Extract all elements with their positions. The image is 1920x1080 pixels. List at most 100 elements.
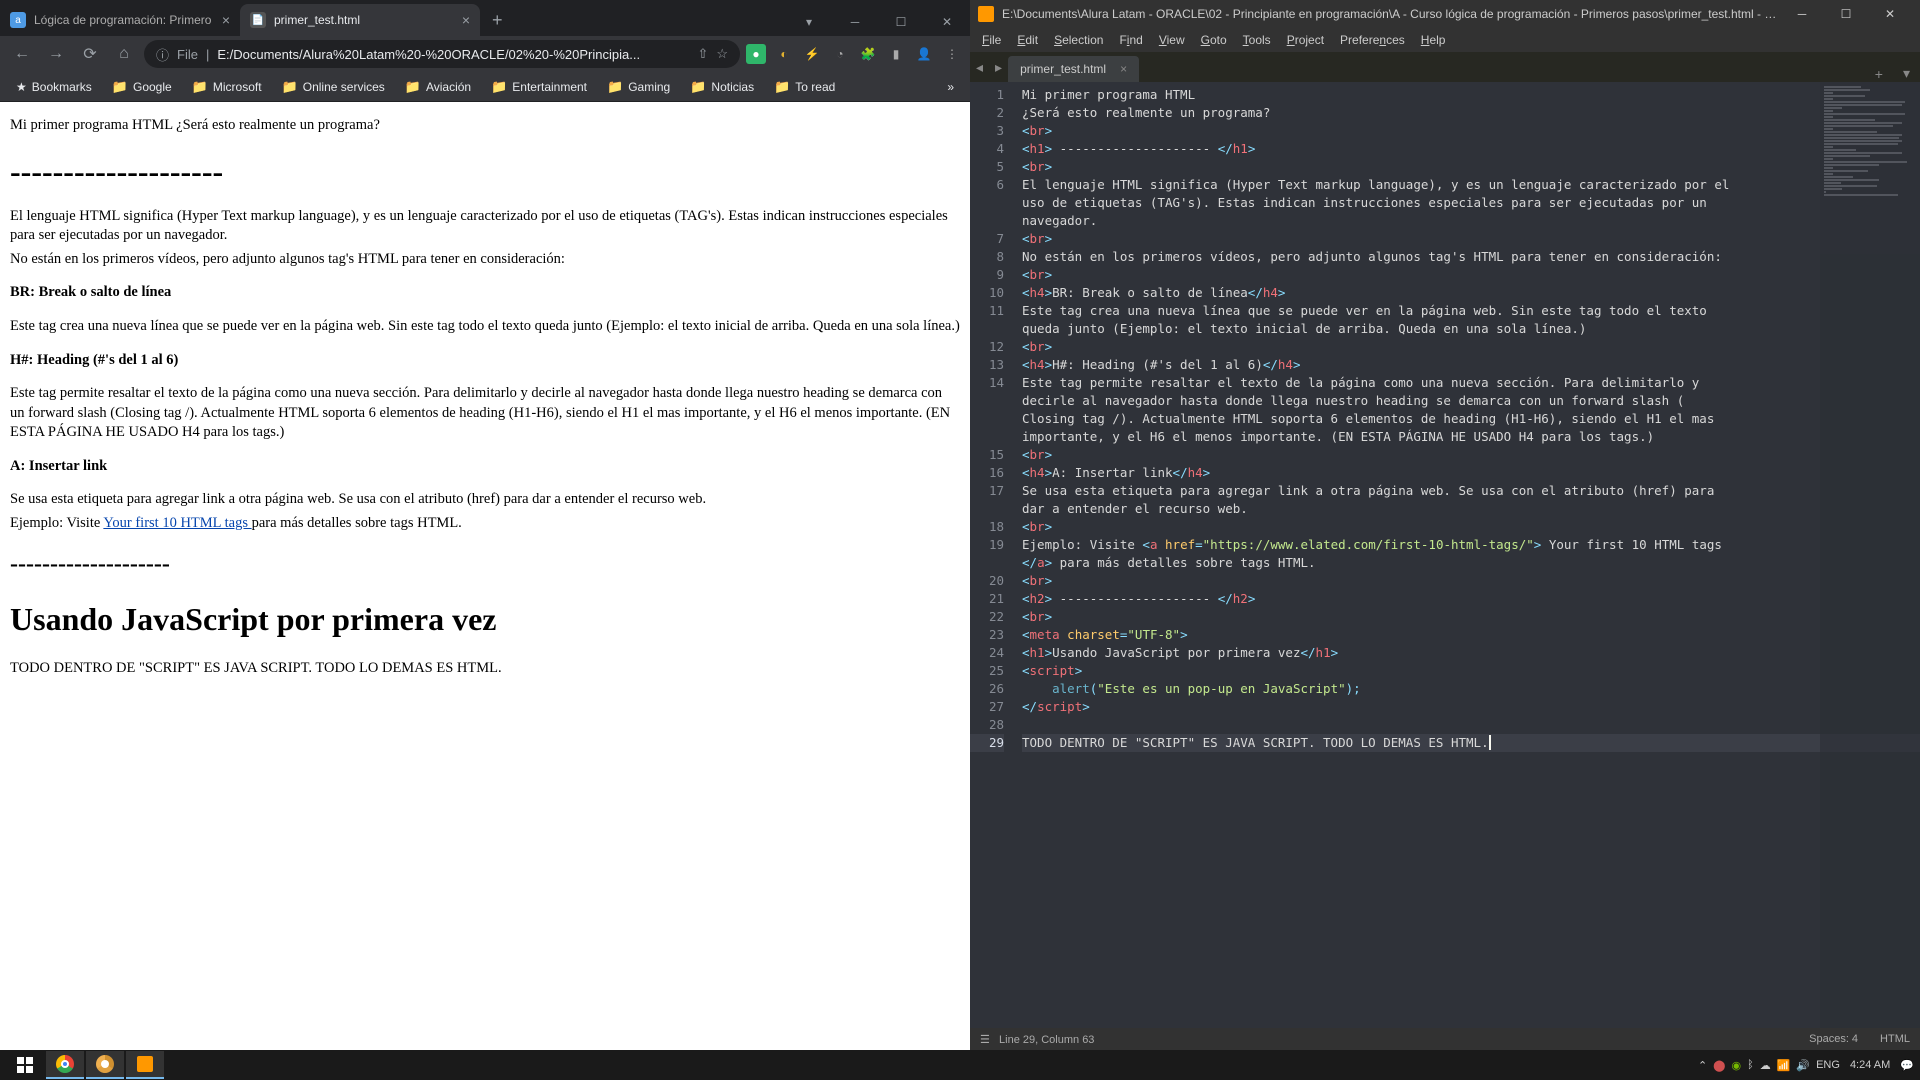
folder-icon: 📁 <box>112 79 128 95</box>
bookmarks-bar: ★Bookmarks 📁Google 📁Microsoft 📁Online se… <box>0 72 970 102</box>
status-language[interactable]: HTML <box>1880 1033 1910 1045</box>
taskbar-chrome-icon[interactable] <box>46 1051 84 1079</box>
editor-tab[interactable]: primer_test.html × <box>1008 56 1139 82</box>
page-viewport[interactable]: Mi primer programa HTML ¿Será esto realm… <box>0 102 970 1050</box>
bookmark-item[interactable]: 📁Google <box>104 75 180 99</box>
line-gutter[interactable]: 1234567891011121314151617181920212223242… <box>970 82 1014 1028</box>
taskbar-chrome-canary-icon[interactable] <box>86 1051 124 1079</box>
page-text: TODO DENTRO DE "SCRIPT" ES JAVA SCRIPT. … <box>10 659 960 679</box>
minimize-button[interactable]: ▾ <box>786 8 832 36</box>
bookmark-item[interactable]: 📁Entertainment <box>483 75 595 99</box>
status-spaces[interactable]: Spaces: 4 <box>1809 1033 1858 1045</box>
extensions-puzzle-icon[interactable]: 🧩 <box>858 44 878 64</box>
browser-tab-1[interactable]: a Lógica de programación: Primero × <box>0 4 240 36</box>
bookmark-item[interactable]: 📁Noticias <box>682 75 762 99</box>
folder-icon: 📁 <box>192 79 208 95</box>
reload-button[interactable]: ⟳ <box>76 40 104 68</box>
tray-volume-icon[interactable]: 🔊 <box>1796 1059 1810 1072</box>
bookmark-item[interactable]: 📁Gaming <box>599 75 678 99</box>
window-min-icon[interactable]: ─ <box>832 8 878 36</box>
star-icon[interactable]: ☆ <box>716 46 728 62</box>
browser-tab-2[interactable]: 📄 primer_test.html × <box>240 4 480 36</box>
bookmark-item[interactable]: 📁Aviación <box>397 75 479 99</box>
back-button[interactable]: ← <box>8 40 36 68</box>
extension-icon[interactable]: ⚡ <box>802 44 822 64</box>
folder-icon: 📁 <box>774 79 790 95</box>
folder-icon: 📁 <box>282 79 298 95</box>
extension-icon[interactable]: ◐ <box>774 44 794 64</box>
extension-icon[interactable]: ◔ <box>830 44 850 64</box>
window-close-icon[interactable]: ✕ <box>924 8 970 36</box>
tray-cloud-icon[interactable]: ☁ <box>1760 1059 1771 1072</box>
extensions-area: ● ◐ ⚡ ◔ 🧩 ▮ 👤 ⋮ <box>746 44 962 64</box>
bookmark-item[interactable]: ★Bookmarks <box>8 76 100 98</box>
editor-tab-title: primer_test.html <box>1020 62 1106 76</box>
menu-goto[interactable]: Goto <box>1193 33 1235 47</box>
profile-icon[interactable]: 👤 <box>914 44 934 64</box>
page-text: Ejemplo: Visite Your first 10 HTML tags … <box>10 514 960 534</box>
menu-find[interactable]: Find <box>1111 33 1150 47</box>
page-link[interactable]: Your first 10 HTML tags <box>103 515 251 531</box>
side-panel-icon[interactable]: ▮ <box>886 44 906 64</box>
tab-nav-back[interactable]: ◂ <box>970 52 989 82</box>
bookmark-item[interactable]: 📁Microsoft <box>184 75 270 99</box>
menu-file[interactable]: File <box>974 33 1009 47</box>
tab-close-icon[interactable]: × <box>462 12 470 28</box>
menu-preferences[interactable]: Preferences <box>1332 33 1413 47</box>
home-button[interactable]: ⌂ <box>110 40 138 68</box>
tab-nav-forward[interactable]: ▸ <box>989 52 1008 82</box>
new-tab-button[interactable]: + <box>480 4 515 36</box>
window-min-icon[interactable]: ─ <box>1780 0 1824 28</box>
chrome-toolbar: ← → ⟳ ⌂ ⓘ File | E:/Documents/Alura%20La… <box>0 36 970 72</box>
tray-language-icon[interactable]: ENG <box>1816 1059 1840 1071</box>
menu-tools[interactable]: Tools <box>1235 33 1279 47</box>
divider: -------------------- <box>10 548 960 580</box>
menu-help[interactable]: Help <box>1413 33 1454 47</box>
window-max-icon[interactable]: ☐ <box>1824 0 1868 28</box>
notifications-icon[interactable]: 💬 <box>1900 1059 1914 1072</box>
chrome-tabstrip: a Lógica de programación: Primero × 📄 pr… <box>0 0 970 36</box>
info-icon[interactable]: ⓘ <box>156 45 169 64</box>
chrome-window: a Lógica de programación: Primero × 📄 pr… <box>0 0 970 1050</box>
folder-icon: 📁 <box>690 79 706 95</box>
tray-bluetooth-icon[interactable]: ᛒ <box>1747 1059 1754 1071</box>
editor-area[interactable]: 1234567891011121314151617181920212223242… <box>970 82 1920 1028</box>
address-bar[interactable]: ⓘ File | E:/Documents/Alura%20Latam%20-%… <box>144 40 740 68</box>
minimap[interactable] <box>1820 82 1920 1028</box>
taskbar-sublime-icon[interactable] <box>126 1051 164 1079</box>
share-icon[interactable]: ⇧ <box>697 46 708 62</box>
menu-icon[interactable]: ⋮ <box>942 44 962 64</box>
bookmark-overflow[interactable]: » <box>939 76 962 98</box>
forward-button[interactable]: → <box>42 40 70 68</box>
sublime-tabbar: ◂ ▸ primer_test.html × + ▾ <box>970 52 1920 82</box>
status-hamburger-icon[interactable]: ☰ Line 29, Column 63 <box>980 1033 1094 1046</box>
system-tray[interactable]: ⌃ ⬤ ◉ ᛒ ☁ 📶 🔊 ENG <box>1698 1059 1840 1072</box>
window-max-icon[interactable]: ☐ <box>878 8 924 36</box>
menu-edit[interactable]: Edit <box>1009 33 1046 47</box>
new-tab-button[interactable]: + <box>1865 66 1893 82</box>
tray-nvidia-icon[interactable]: ◉ <box>1731 1059 1741 1072</box>
extension-icon[interactable]: ● <box>746 44 766 64</box>
url-scheme: File <box>177 47 198 62</box>
sublime-titlebar[interactable]: E:\Documents\Alura Latam - ORACLE\02 - P… <box>970 0 1920 28</box>
taskbar-clock[interactable]: 4:24 AM <box>1850 1059 1890 1071</box>
tab-close-icon[interactable]: × <box>222 12 230 28</box>
tray-wifi-icon[interactable]: 📶 <box>1777 1059 1791 1072</box>
folder-icon: 📁 <box>607 79 623 95</box>
tray-chevron-icon[interactable]: ⌃ <box>1698 1059 1707 1072</box>
start-button[interactable] <box>6 1051 44 1079</box>
tab-title: Lógica de programación: Primero <box>34 13 216 27</box>
tray-icon[interactable]: ⬤ <box>1713 1059 1725 1072</box>
menu-selection[interactable]: Selection <box>1046 33 1111 47</box>
code-content[interactable]: Mi primer programa HTML¿Será esto realme… <box>1014 82 1920 1028</box>
status-position: Line 29, Column 63 <box>999 1034 1094 1046</box>
bookmark-item[interactable]: 📁Online services <box>274 75 393 99</box>
tab-menu-icon[interactable]: ▾ <box>1893 65 1920 82</box>
window-close-icon[interactable]: ✕ <box>1868 0 1912 28</box>
tab-close-icon[interactable]: × <box>1120 62 1127 76</box>
heading-br: BR: Break o salto de línea <box>10 283 960 303</box>
bookmark-item[interactable]: 📁To read <box>766 75 843 99</box>
tab-favicon: 📄 <box>250 12 266 28</box>
menu-view[interactable]: View <box>1151 33 1193 47</box>
menu-project[interactable]: Project <box>1279 33 1332 47</box>
